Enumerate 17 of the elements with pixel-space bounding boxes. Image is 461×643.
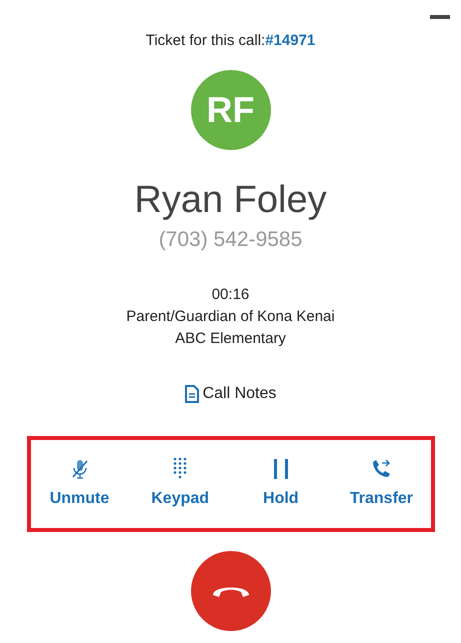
keypad-button[interactable]: Keypad: [135, 456, 226, 510]
caller-relation: Parent/Guardian of Kona Kenai: [126, 306, 335, 326]
phone-transfer-icon: [371, 458, 392, 478]
pause-icon: [272, 458, 289, 478]
avatar: RF: [190, 70, 270, 150]
transfer-button[interactable]: Transfer: [336, 456, 426, 510]
caller-phone: (703) 542-9585: [158, 227, 302, 253]
ticket-link[interactable]: #14971: [265, 32, 316, 49]
keypad-icon: [172, 456, 188, 478]
mute-button[interactable]: Unmute: [34, 456, 124, 510]
call-duration: 00:16: [212, 284, 250, 304]
caller-name: Ryan Foley: [134, 178, 327, 222]
caller-school: ABC Elementary: [175, 328, 286, 348]
document-icon: [184, 384, 199, 402]
hold-button[interactable]: Hold: [236, 456, 326, 510]
call-notes-button[interactable]: Call Notes: [184, 382, 276, 406]
ticket-label: Ticket for this call:: [146, 32, 266, 49]
